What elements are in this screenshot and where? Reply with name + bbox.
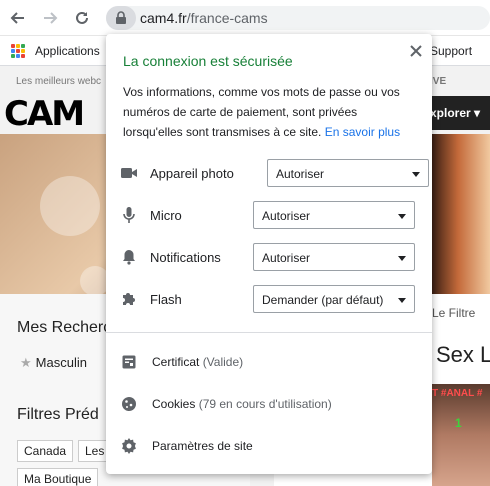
- cam-thumbnail[interactable]: [432, 384, 490, 486]
- reload-icon: [76, 11, 88, 24]
- gear-icon: [120, 437, 138, 455]
- apps-grid-icon[interactable]: [11, 44, 25, 58]
- hero-bubble: [40, 176, 100, 236]
- certificate-label: Certificat (Valide): [152, 355, 243, 369]
- site-tagline-right: IVE: [430, 76, 447, 87]
- bell-icon: [120, 248, 138, 266]
- camera-label: Appareil photo: [150, 166, 234, 181]
- microphone-label: Micro: [150, 208, 182, 223]
- permission-row-notifications: Notifications Autoriser: [106, 242, 432, 272]
- chip-ma-boutique[interactable]: Ma Boutique: [17, 468, 99, 486]
- arrow-left-icon: [10, 12, 24, 24]
- notifications-permission-select[interactable]: Autoriser: [253, 243, 415, 271]
- connection-description: Vos informations, comme vos mots de pass…: [123, 82, 417, 142]
- browser-toolbar: cam4.fr/france-cams: [0, 0, 490, 36]
- filters-title: Filtres Préd: [17, 406, 99, 423]
- notifications-permission-value: Autoriser: [262, 251, 311, 265]
- certificate-label-text: Certificat: [152, 355, 200, 369]
- cookies-label: Cookies (79 en cours d'utilisation): [152, 397, 332, 411]
- site-info-popup: La connexion est sécurisée Vos informati…: [106, 34, 432, 474]
- close-icon: [410, 45, 422, 57]
- popup-divider: [106, 332, 432, 333]
- site-info-button[interactable]: [106, 6, 136, 30]
- url-text[interactable]: cam4.fr/france-cams: [140, 10, 268, 26]
- flash-permission-value: Demander (par défaut): [262, 293, 384, 307]
- support-bookmark[interactable]: Support: [430, 44, 472, 58]
- masculine-filter[interactable]: ★ Masculin: [20, 355, 87, 371]
- section-heading: Sex L: [436, 342, 490, 367]
- certificate-status: (Valide): [202, 355, 244, 369]
- chevron-down-icon: [398, 256, 406, 261]
- certificate-icon: [120, 353, 138, 371]
- camera-permission-select[interactable]: Autoriser: [267, 159, 429, 187]
- permission-row-flash: Flash Demander (par défaut): [106, 284, 432, 314]
- site-tagline: Les meilleurs webc: [16, 76, 102, 87]
- hero-image-right: [432, 134, 490, 294]
- learn-more-link[interactable]: En savoir plus: [325, 125, 400, 139]
- cookies-row[interactable]: Cookies (79 en cours d'utilisation): [106, 389, 432, 419]
- saved-searches-title: Mes Recherc: [17, 319, 112, 336]
- permission-row-camera: Appareil photo Autoriser: [106, 158, 432, 188]
- reload-button[interactable]: [72, 8, 92, 28]
- microphone-permission-value: Autoriser: [262, 209, 311, 223]
- forward-button[interactable]: [40, 8, 60, 28]
- camera-permission-value: Autoriser: [276, 167, 325, 181]
- cookies-label-text: Cookies: [152, 397, 196, 411]
- cookies-status: (79 en cours d'utilisation): [198, 397, 332, 411]
- site-settings-row[interactable]: Paramètres de site: [106, 431, 432, 461]
- certificate-row[interactable]: Certificat (Valide): [106, 347, 432, 377]
- microphone-icon: [120, 206, 138, 224]
- close-button[interactable]: [408, 43, 424, 59]
- thumbnail-count: 1: [455, 416, 462, 430]
- puzzle-icon: [120, 290, 138, 308]
- masculine-label: Masculin: [35, 355, 87, 370]
- url-path: /france-cams: [186, 10, 268, 26]
- flash-permission-select[interactable]: Demander (par défaut): [253, 285, 415, 313]
- camera-icon: [120, 164, 138, 182]
- back-button[interactable]: [8, 8, 28, 28]
- site-logo[interactable]: CAM: [4, 94, 85, 134]
- thumbnail-tag: T #ANAL #: [432, 388, 483, 399]
- lock-icon: [116, 11, 126, 24]
- filter-label[interactable]: Le Filtre: [432, 306, 475, 320]
- notifications-label: Notifications: [150, 250, 221, 265]
- cookie-icon: [120, 395, 138, 413]
- chevron-down-icon: [412, 172, 420, 177]
- star-icon: ★: [20, 355, 32, 370]
- microphone-permission-select[interactable]: Autoriser: [253, 201, 415, 229]
- permission-row-microphone: Micro Autoriser: [106, 200, 432, 230]
- arrow-right-icon: [44, 12, 58, 24]
- chip-canada[interactable]: Canada: [17, 440, 74, 462]
- flash-label: Flash: [150, 292, 182, 307]
- explorer-label: xplorer: [430, 106, 471, 120]
- chevron-down-icon: [398, 298, 406, 303]
- url-domain: cam4.fr: [140, 10, 187, 26]
- apps-bookmark[interactable]: Applications: [35, 44, 100, 58]
- chevron-down-icon: [398, 214, 406, 219]
- connection-secure-title: La connexion est sécurisée: [123, 53, 293, 69]
- site-settings-label: Paramètres de site: [152, 439, 253, 453]
